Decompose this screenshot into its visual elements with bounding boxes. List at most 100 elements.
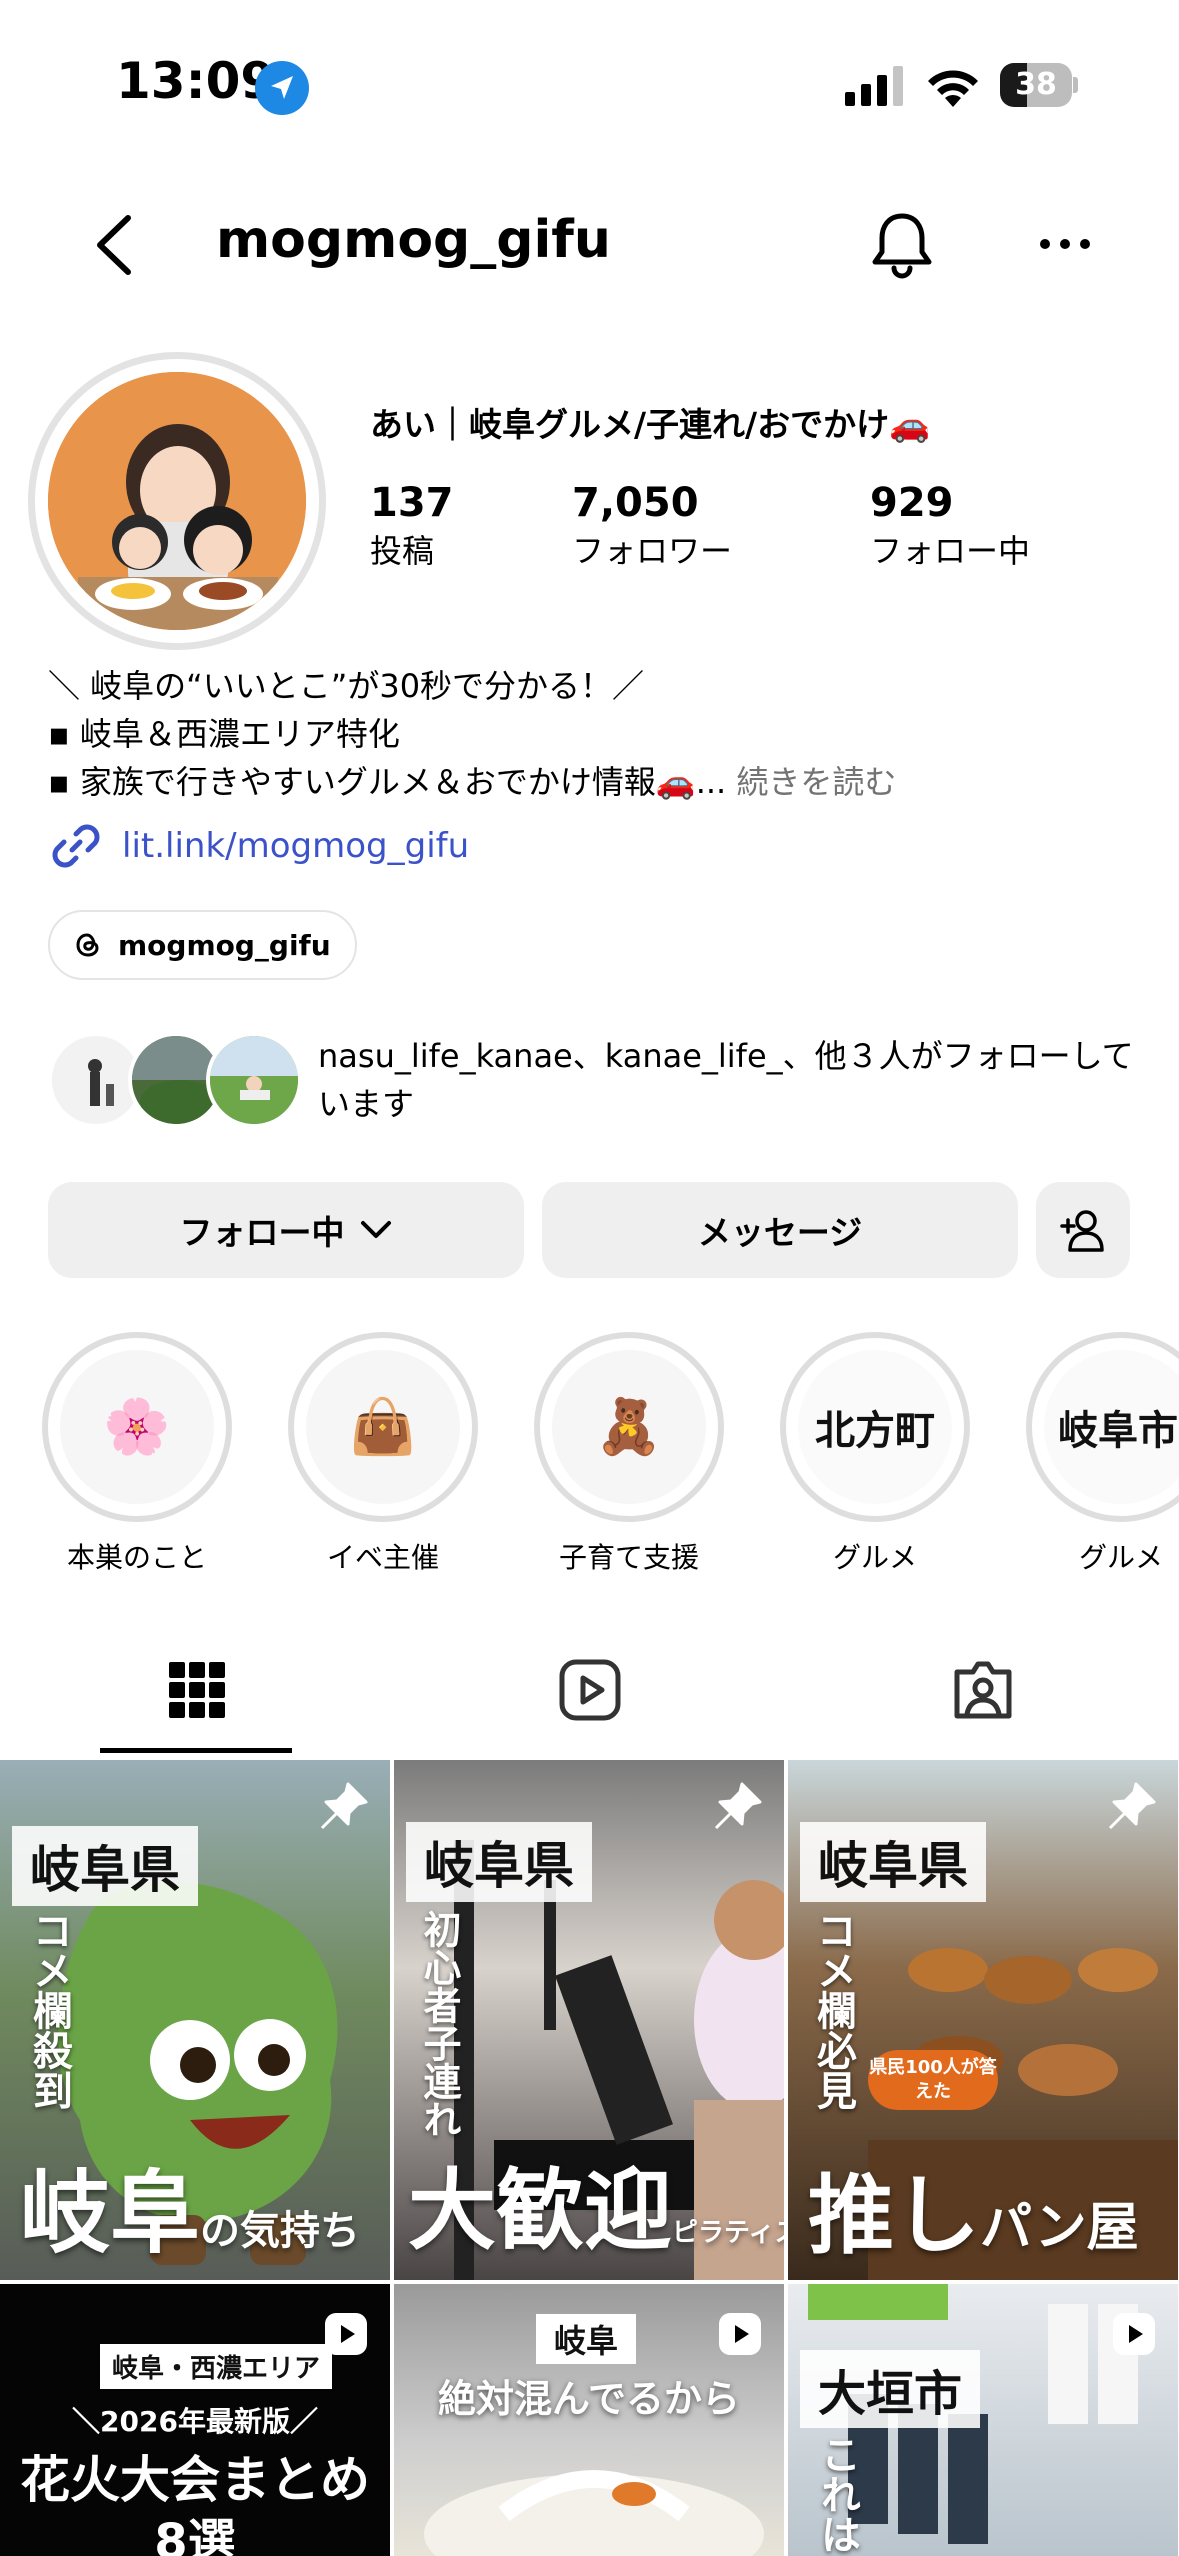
- back-chevron-icon[interactable]: [88, 212, 138, 278]
- tab-tagged[interactable]: [786, 1630, 1179, 1750]
- cellular-signal-icon: [845, 66, 903, 106]
- stat-value: 7,050: [572, 480, 699, 526]
- post-thumbnail[interactable]: 岐阜県 コメ欄殺到 岐阜の気持ち: [0, 1760, 390, 2280]
- story-highlight-clip: 岐阜市 グルメ: [1026, 1332, 1179, 1592]
- post-tag: 岐阜・西濃エリア: [100, 2344, 333, 2389]
- location-arrow-icon: [255, 61, 309, 115]
- avatar-illustration: [48, 372, 306, 630]
- post-headline-text: 岐阜: [20, 2161, 200, 2266]
- highlight-label: 本巣のこと: [66, 1541, 207, 1574]
- pin-icon: [1108, 1782, 1156, 1830]
- post-headline: 岐阜の気持ち: [20, 2140, 360, 2270]
- post-headline-text: 絶対混んでるから: [437, 2377, 741, 2421]
- profile-username: mogmog_gifu: [216, 210, 611, 270]
- bio-line: ＼ 岐阜の“いいとこ”が30秒で分かる！／: [48, 667, 645, 705]
- post-headline-small: 8選: [154, 2514, 236, 2556]
- add-user-icon: [1060, 1210, 1104, 1252]
- profile-avatar[interactable]: [48, 372, 306, 630]
- follower-avatar[interactable]: [206, 1032, 302, 1128]
- post-vertical-text: コメ欄必見: [810, 1910, 856, 2110]
- post-headline-text: 推し: [808, 2166, 980, 2266]
- followed-by-text[interactable]: nasu_life_kanae、kanae_life_、他３人がフォローしていま…: [318, 1032, 1138, 1128]
- reel-icon: [1113, 2313, 1155, 2355]
- bio-line-text: ▪ 家族で行きやすいグルメ＆おでかけ情報🚗...: [48, 763, 727, 801]
- teddy-bear-icon: 🧸: [595, 1395, 663, 1458]
- link-text: lit.link/mogmog_gifu: [122, 826, 470, 866]
- active-tab-indicator: [100, 1748, 292, 1753]
- post-vertical-text: これは: [814, 2434, 860, 2554]
- handbag-icon: 👜: [349, 1395, 417, 1458]
- post-headline-small: パン屋: [980, 2198, 1139, 2258]
- story-highlight[interactable]: 北方町 グルメ: [780, 1332, 970, 1576]
- profile-display-name: あい｜岐阜グルメ/子連れ/おでかけ🚗: [370, 405, 931, 444]
- chevron-down-icon: [360, 1221, 391, 1238]
- battery-percent: 38: [1015, 67, 1057, 102]
- threads-logo-icon: [76, 933, 99, 957]
- story-highlight[interactable]: 🧸 子育て支援: [534, 1332, 724, 1576]
- link-chain-icon: [52, 824, 100, 868]
- flower-icon: 🌸: [103, 1395, 171, 1458]
- stat-label: 投稿: [370, 532, 435, 570]
- tab-posts-grid[interactable]: [0, 1630, 393, 1750]
- post-thumbnail[interactable]: 岐阜・西濃エリア ＼2026年最新版／ 花火大会まとめ 8選: [0, 2284, 390, 2556]
- food-photo: [424, 2470, 764, 2556]
- post-vertical-text: 初心者子連れ: [417, 1910, 461, 2138]
- post-tag: 岐阜県: [800, 1822, 986, 1902]
- post-badge: 県民100人が答えた: [868, 2050, 998, 2110]
- profile-bio: ＼ 岐阜の“いいとこ”が30秒で分かる！／ ▪ 岐阜＆西濃エリア特化 ▪ 家族で…: [48, 662, 1138, 806]
- suggested-users-button[interactable]: [1036, 1182, 1130, 1278]
- story-highlight[interactable]: 🌸 本巣のこと: [42, 1332, 232, 1576]
- stat-value: 929: [870, 480, 954, 526]
- post-headline: 大歓迎ピラティス: [408, 2140, 784, 2267]
- notification-bell-icon[interactable]: [866, 208, 938, 280]
- post-tag: 岐阜県: [12, 1826, 198, 1906]
- post-headline: 推しパン屋: [808, 2145, 1139, 2270]
- post-tag: 岐阜県: [406, 1822, 592, 1902]
- status-bar: 13:09 38: [0, 0, 1179, 175]
- highlight-label: イベ主催: [326, 1541, 439, 1574]
- stat-label: フォロー中: [870, 532, 1031, 570]
- post-headline-small: ピラティス: [672, 2218, 784, 2248]
- highlight-label: グルメ: [1078, 1541, 1163, 1574]
- post-tag: 大垣市: [800, 2350, 981, 2428]
- threads-badge[interactable]: mogmog_gifu: [48, 910, 357, 980]
- reels-icon: [559, 1659, 620, 1721]
- highlight-cover-text: 岐阜市: [1058, 1408, 1178, 1454]
- post-thumbnail[interactable]: 大垣市 これは: [788, 2284, 1178, 2556]
- following-button[interactable]: フォロー中: [48, 1182, 524, 1278]
- pin-icon: [714, 1782, 762, 1830]
- highlight-label: 子育て支援: [558, 1541, 699, 1574]
- more-options-icon[interactable]: [1038, 226, 1092, 262]
- pin-icon: [320, 1782, 368, 1830]
- post-thumbnail[interactable]: 岐阜県 初心者子連れ 大歓迎ピラティス: [394, 1760, 784, 2280]
- stat-posts[interactable]: 137 投稿: [370, 478, 454, 574]
- bio-line: ▪ 家族で行きやすいグルメ＆おでかけ情報🚗... 続きを読む: [48, 758, 1138, 806]
- grid-icon: [168, 1662, 225, 1718]
- stat-following[interactable]: 929 フォロー中: [870, 478, 1030, 574]
- tagged-person-icon: [954, 1661, 1011, 1719]
- post-headline-small: の気持ち: [200, 2208, 360, 2254]
- highlight-cover-text: 北方町: [815, 1408, 935, 1454]
- status-time: 13:09: [116, 52, 276, 110]
- post-subtitle: ＼2026年最新版／: [72, 2405, 318, 2438]
- highlight-label: グルメ: [832, 1541, 917, 1574]
- post-thumbnail[interactable]: 岐阜県 コメ欄必見 県民100人が答えた 推しパン屋: [788, 1760, 1178, 2280]
- post-headline-text: 大歓迎: [408, 2159, 673, 2262]
- wifi-icon: [928, 70, 978, 107]
- stat-followers[interactable]: 7,050 フォロワー: [572, 478, 732, 574]
- stat-value: 137: [370, 480, 454, 526]
- profile-link[interactable]: lit.link/mogmog_gifu: [48, 820, 469, 872]
- message-button[interactable]: メッセージ: [542, 1182, 1018, 1278]
- story-highlight[interactable]: 👜 イベ主催: [288, 1332, 478, 1576]
- post-tag: 岐阜: [536, 2314, 637, 2364]
- reel-icon: [325, 2313, 367, 2355]
- bio-line: ▪ 岐阜＆西濃エリア特化: [48, 715, 400, 753]
- read-more-link[interactable]: 続きを読む: [736, 763, 896, 801]
- threads-username: mogmog_gifu: [118, 928, 331, 962]
- post-vertical-text: コメ欄殺到: [26, 1910, 72, 2110]
- post-thumbnail[interactable]: 岐阜 絶対混んでるから: [394, 2284, 784, 2556]
- following-label: フォロー中: [179, 1213, 345, 1252]
- tab-reels[interactable]: [393, 1630, 786, 1750]
- story-highlight[interactable]: 岐阜市 グルメ: [1026, 1332, 1179, 1576]
- message-label: メッセージ: [697, 1213, 863, 1252]
